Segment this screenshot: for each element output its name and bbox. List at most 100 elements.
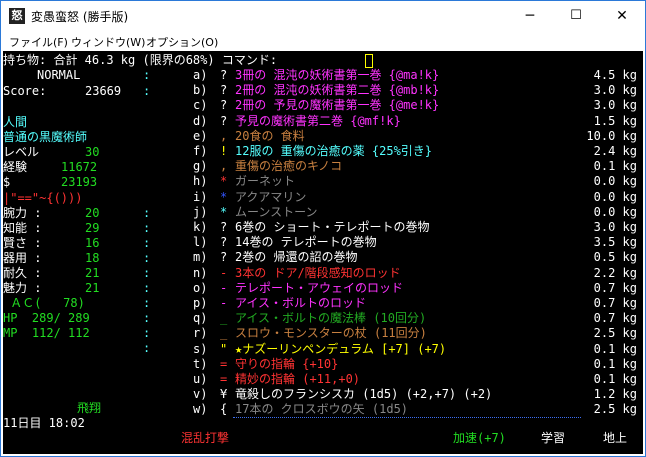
inventory-item[interactable]: n) -3本の ドア/階段感知のロッド 2.2 kg bbox=[3, 266, 643, 280]
item-letter: i) bbox=[193, 189, 208, 204]
menu-options[interactable]: オプション(O) bbox=[146, 34, 218, 50]
inventory-item[interactable]: d)? 予見の魔術書第二巻 {@mf!k} 1.5 kg bbox=[3, 114, 643, 128]
panel-separator: : bbox=[143, 326, 151, 340]
panel-separator: : bbox=[143, 68, 151, 82]
inventory-item[interactable]: e), 20食の 食料 10.0 kg bbox=[3, 129, 643, 143]
title-bar[interactable]: 怒 変愚蛮怒 (勝手版) ─ ☐ ✕ bbox=[1, 1, 645, 31]
panel-separator: : bbox=[143, 84, 151, 98]
item-weight: 0.5 kg bbox=[593, 250, 637, 265]
menu-file[interactable]: ファイル(F) bbox=[9, 34, 68, 50]
item-letter: k) bbox=[193, 220, 208, 234]
item-symbol: * bbox=[220, 189, 228, 204]
item-letter: a) bbox=[193, 68, 208, 82]
item-symbol: , bbox=[220, 128, 228, 143]
inventory-item[interactable]: o) - テレポート・アウェイのロッド 0.7 kg bbox=[3, 281, 643, 295]
item-symbol: - bbox=[220, 265, 228, 280]
item-letter: n) bbox=[193, 265, 208, 280]
item-name: 予見の魔術書第二巻 {@mf!k} bbox=[235, 113, 401, 128]
item-letter: h) bbox=[193, 174, 208, 189]
item-weight: 2.4 kg bbox=[593, 144, 637, 158]
item-name: ムーンストーン bbox=[235, 204, 318, 219]
item-letter: b) bbox=[193, 83, 208, 98]
inventory-item[interactable]: k)? 6巻の ショート・テレポートの巻物 3.0 kg bbox=[3, 220, 643, 234]
speed-status: 加速(+7) bbox=[453, 431, 506, 445]
item-weight: 0.7 kg bbox=[593, 280, 637, 295]
item-name: 2冊の 混沌の妖術書第二巻 {@mb!k} bbox=[235, 83, 440, 98]
item-weight: 2.2 kg bbox=[593, 265, 637, 280]
inventory-item[interactable]: m)? 2巻の 帰還の詔の巻物 0.5 kg bbox=[3, 250, 643, 264]
item-symbol: ? bbox=[220, 113, 228, 128]
item-weight: 0.7 kg bbox=[593, 296, 637, 310]
panel-separator: : bbox=[143, 281, 151, 295]
game-time: 11日目 18:02 bbox=[3, 416, 85, 430]
command-cursor[interactable] bbox=[365, 54, 373, 68]
item-weight: 0.0 kg bbox=[593, 189, 637, 204]
maximize-button[interactable]: ☐ bbox=[553, 1, 599, 31]
minimize-button[interactable]: ─ bbox=[507, 1, 553, 31]
inventory-item[interactable]: w) {17本の クロスボウの矢 (1d5) 2.5 kg bbox=[3, 402, 643, 416]
app-icon[interactable]: 怒 bbox=[9, 8, 25, 24]
menu-window[interactable]: ウィンドウ(W) bbox=[71, 34, 145, 50]
item-weight: 0.0 kg bbox=[593, 204, 637, 219]
item-symbol: ! bbox=[220, 144, 228, 158]
inventory-item[interactable]: u) = 精妙の指輪 (+11,+0) 0.1 kg bbox=[3, 372, 643, 386]
item-name: アクアマリン bbox=[235, 189, 307, 204]
item-weight: 3.0 kg bbox=[593, 83, 637, 98]
item-weight: 1.2 kg bbox=[593, 387, 637, 402]
item-name: 精妙の指輪 (+11,+0) bbox=[235, 372, 361, 386]
inventory-item[interactable]: v) ¥ 竜殺しのフランシスカ (1d5) (+2,+7) (+2) 1.2 kg bbox=[3, 387, 643, 401]
item-name: アイス・ボルトの魔法棒 (10回分) bbox=[235, 311, 427, 326]
inventory-item[interactable]: p) - アイス・ボルトのロッド 0.7 kg bbox=[3, 296, 643, 310]
inventory-item[interactable]: a)? 3冊の 混沌の妖術書第一巻 {@ma!k} 4.5 kg bbox=[3, 68, 643, 82]
item-name: 6巻の ショート・テレポートの巻物 bbox=[235, 220, 430, 234]
item-symbol: " bbox=[220, 341, 228, 356]
item-letter: p) bbox=[193, 296, 208, 310]
inventory-item[interactable]: l)? 14巻の テレポートの巻物 3.5 kg bbox=[3, 235, 643, 249]
item-symbol: { bbox=[220, 402, 228, 417]
item-symbol: _ bbox=[220, 326, 228, 341]
item-letter: j) bbox=[193, 204, 208, 219]
item-name: 2冊の 予見の魔術書第一巻 {@me!k} bbox=[235, 98, 440, 113]
inventory-item[interactable]: s) " ★ナズーリンペンデュラム [+7] (+7) 0.1 kg bbox=[3, 342, 643, 356]
panel-separator: : bbox=[143, 236, 151, 250]
confusing-touch-status: 混乱打撃 bbox=[181, 431, 230, 445]
inventory-item[interactable]: c)? 2冊の 予見の魔術書第一巻 {@me!k} 3.0 kg bbox=[3, 98, 643, 112]
item-name: アイス・ボルトのロッド bbox=[235, 296, 367, 310]
inventory-item[interactable]: q) _ アイス・ボルトの魔法棒 (10回分) 0.7 kg bbox=[3, 311, 643, 325]
panel-separator: : bbox=[143, 266, 151, 280]
panel-separator: : bbox=[143, 341, 151, 355]
item-letter: m) bbox=[193, 250, 208, 265]
inventory-item[interactable]: f)! 12服の 重傷の治癒の薬 {25%引き} 2.4 kg bbox=[3, 144, 643, 158]
item-letter: r) bbox=[193, 326, 208, 341]
inventory-item[interactable]: j) * ムーンストーン 0.0 kg bbox=[3, 205, 643, 219]
game-terminal[interactable]: 持ち物: 合計 46.3 kg (限界の68%) コマンド: NORMAL Sc… bbox=[3, 51, 643, 454]
close-button[interactable]: ✕ bbox=[599, 1, 645, 31]
item-weight: 0.7 kg bbox=[593, 311, 637, 326]
item-symbol: ? bbox=[220, 98, 228, 113]
item-letter: q) bbox=[193, 311, 208, 326]
item-weight: 0.1 kg bbox=[593, 356, 637, 371]
item-weight: 2.5 kg bbox=[593, 402, 637, 417]
item-name: 重傷の治癒のキノコ bbox=[235, 159, 343, 174]
item-weight: 10.0 kg bbox=[586, 128, 637, 143]
inventory-item[interactable]: g), 重傷の治癒のキノコ 0.1 kg bbox=[3, 159, 643, 173]
item-weight: 2.5 kg bbox=[593, 326, 637, 341]
game-window: 怒 変愚蛮怒 (勝手版) ─ ☐ ✕ ファイル(F) ウィンドウ(W) オプショ… bbox=[0, 0, 646, 457]
inventory-item[interactable]: t) = 守りの指輪 {+10} 0.1 kg bbox=[3, 357, 643, 371]
item-name: 14巻の テレポートの巻物 bbox=[235, 235, 377, 250]
inventory-item[interactable]: r) _ スロウ・モンスターの杖 (11回分) 2.5 kg bbox=[3, 326, 643, 340]
item-weight: 0.1 kg bbox=[593, 341, 637, 356]
inventory-item[interactable]: i) * アクアマリン 0.0 kg bbox=[3, 190, 643, 204]
item-name: 12服の 重傷の治癒の薬 {25%引き} bbox=[235, 144, 433, 158]
window-title: 変愚蛮怒 (勝手版) bbox=[31, 10, 129, 24]
item-weight: 4.5 kg bbox=[593, 68, 637, 82]
inventory-item[interactable]: b)? 2冊の 混沌の妖術書第二巻 {@mb!k} 3.0 kg bbox=[3, 83, 643, 97]
item-weight: 3.5 kg bbox=[593, 235, 637, 250]
depth-status: 地上 bbox=[603, 431, 628, 445]
panel-separator: : bbox=[143, 221, 151, 235]
item-symbol: ? bbox=[220, 235, 228, 250]
item-letter: d) bbox=[193, 113, 208, 128]
inventory-header: 持ち物: 合計 46.3 kg (限界の68%) コマンド: bbox=[3, 53, 278, 67]
inventory-item[interactable]: h) * ガーネット 0.0 kg bbox=[3, 174, 643, 188]
item-symbol: , bbox=[220, 159, 228, 174]
